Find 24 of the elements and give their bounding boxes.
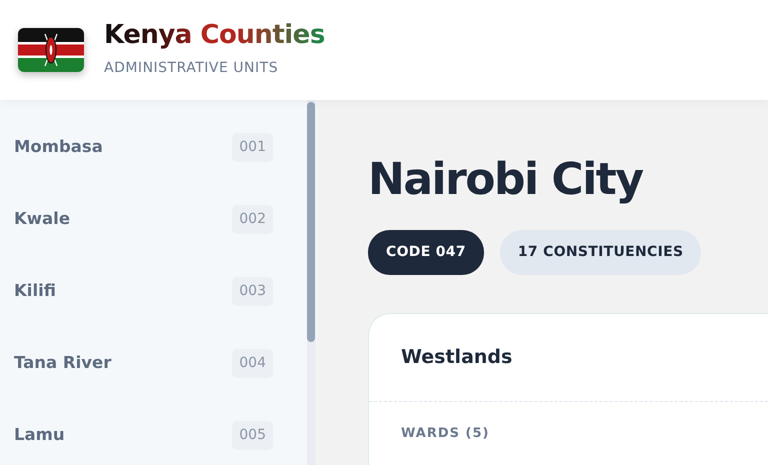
county-code: 002 — [232, 204, 273, 234]
county-item[interactable]: Lamu 005 — [0, 399, 317, 465]
county-code: 003 — [232, 276, 273, 306]
county-title: Nairobi City — [368, 158, 644, 202]
county-item[interactable]: Kilifi 003 — [0, 255, 317, 327]
county-item[interactable]: Kwale 002 — [0, 183, 317, 255]
constituency-name: Westlands — [401, 345, 512, 370]
county-name: Lamu — [14, 424, 65, 446]
county-item[interactable]: Tana River 004 — [0, 327, 317, 399]
county-name: Mombasa — [14, 136, 103, 158]
county-code: 005 — [232, 420, 273, 450]
scrollbar-thumb[interactable] — [307, 102, 315, 342]
wards-label: WARDS (5) — [401, 426, 490, 441]
info-tag: 17 CONSTITUENCIES — [500, 230, 702, 275]
county-code: 004 — [232, 348, 273, 378]
info-tag: CODE 047 — [368, 230, 484, 275]
kenya-flag-icon — [18, 28, 84, 72]
county-item[interactable]: Mombasa 001 — [0, 111, 317, 183]
app-subtitle: ADMINISTRATIVE UNITS — [104, 58, 280, 78]
county-name: Tana River — [14, 352, 112, 374]
county-code: 001 — [232, 132, 273, 162]
county-name: Kilifi — [14, 280, 56, 302]
county-name: Kwale — [14, 208, 70, 230]
app-title: Kenya Counties — [104, 21, 325, 50]
